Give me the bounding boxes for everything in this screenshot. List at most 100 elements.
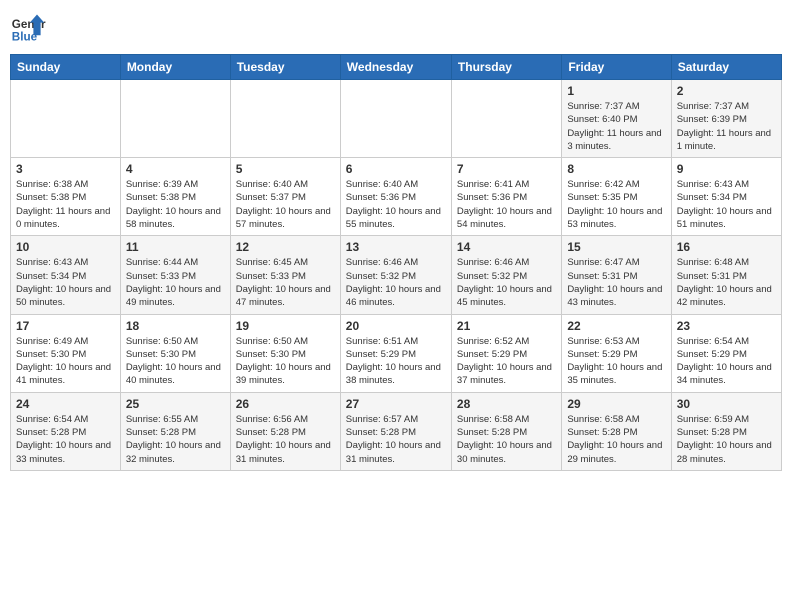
day-number: 12 xyxy=(236,240,335,254)
day-number: 18 xyxy=(126,319,225,333)
day-number: 7 xyxy=(457,162,556,176)
calendar-cell: 24 Sunrise: 6:54 AM Sunset: 5:28 PM Dayli… xyxy=(11,392,121,470)
calendar-cell: 7 Sunrise: 6:41 AM Sunset: 5:36 PM Daylig… xyxy=(451,158,561,236)
calendar-cell: 30 Sunrise: 6:59 AM Sunset: 5:28 PM Dayli… xyxy=(671,392,781,470)
day-number: 16 xyxy=(677,240,776,254)
calendar-week-row: 10 Sunrise: 6:43 AM Sunset: 5:34 PM Dayli… xyxy=(11,236,782,314)
cell-info: Sunrise: 6:56 AM Sunset: 5:28 PM Dayligh… xyxy=(236,413,335,466)
day-number: 1 xyxy=(567,84,665,98)
cell-info: Sunrise: 6:50 AM Sunset: 5:30 PM Dayligh… xyxy=(236,335,335,388)
weekday-header: Sunday xyxy=(11,55,121,80)
day-number: 25 xyxy=(126,397,225,411)
cell-info: Sunrise: 6:46 AM Sunset: 5:32 PM Dayligh… xyxy=(457,256,556,309)
calendar-cell: 25 Sunrise: 6:55 AM Sunset: 5:28 PM Dayli… xyxy=(120,392,230,470)
cell-info: Sunrise: 6:46 AM Sunset: 5:32 PM Dayligh… xyxy=(346,256,446,309)
calendar-cell xyxy=(230,80,340,158)
cell-info: Sunrise: 6:54 AM Sunset: 5:28 PM Dayligh… xyxy=(16,413,115,466)
cell-info: Sunrise: 6:59 AM Sunset: 5:28 PM Dayligh… xyxy=(677,413,776,466)
calendar-cell: 23 Sunrise: 6:54 AM Sunset: 5:29 PM Dayli… xyxy=(671,314,781,392)
calendar-cell: 2 Sunrise: 7:37 AM Sunset: 6:39 PM Daylig… xyxy=(671,80,781,158)
day-number: 8 xyxy=(567,162,665,176)
calendar-week-row: 24 Sunrise: 6:54 AM Sunset: 5:28 PM Dayli… xyxy=(11,392,782,470)
day-number: 6 xyxy=(346,162,446,176)
weekday-header: Friday xyxy=(562,55,671,80)
day-number: 28 xyxy=(457,397,556,411)
cell-info: Sunrise: 6:44 AM Sunset: 5:33 PM Dayligh… xyxy=(126,256,225,309)
weekday-header: Saturday xyxy=(671,55,781,80)
cell-info: Sunrise: 6:42 AM Sunset: 5:35 PM Dayligh… xyxy=(567,178,665,231)
calendar-cell: 5 Sunrise: 6:40 AM Sunset: 5:37 PM Daylig… xyxy=(230,158,340,236)
calendar-cell xyxy=(451,80,561,158)
day-number: 22 xyxy=(567,319,665,333)
calendar-cell: 18 Sunrise: 6:50 AM Sunset: 5:30 PM Dayli… xyxy=(120,314,230,392)
calendar-week-row: 17 Sunrise: 6:49 AM Sunset: 5:30 PM Dayli… xyxy=(11,314,782,392)
calendar-cell: 15 Sunrise: 6:47 AM Sunset: 5:31 PM Dayli… xyxy=(562,236,671,314)
calendar-cell xyxy=(340,80,451,158)
cell-info: Sunrise: 6:45 AM Sunset: 5:33 PM Dayligh… xyxy=(236,256,335,309)
calendar-cell: 6 Sunrise: 6:40 AM Sunset: 5:36 PM Daylig… xyxy=(340,158,451,236)
logo: General Blue xyxy=(10,10,46,46)
calendar-cell: 13 Sunrise: 6:46 AM Sunset: 5:32 PM Dayli… xyxy=(340,236,451,314)
cell-info: Sunrise: 6:55 AM Sunset: 5:28 PM Dayligh… xyxy=(126,413,225,466)
page-header: General Blue xyxy=(10,10,782,46)
calendar-cell: 14 Sunrise: 6:46 AM Sunset: 5:32 PM Dayli… xyxy=(451,236,561,314)
calendar-cell: 10 Sunrise: 6:43 AM Sunset: 5:34 PM Dayli… xyxy=(11,236,121,314)
calendar-cell: 1 Sunrise: 7:37 AM Sunset: 6:40 PM Daylig… xyxy=(562,80,671,158)
day-number: 30 xyxy=(677,397,776,411)
day-number: 5 xyxy=(236,162,335,176)
day-number: 29 xyxy=(567,397,665,411)
calendar-cell xyxy=(120,80,230,158)
calendar-cell: 12 Sunrise: 6:45 AM Sunset: 5:33 PM Dayli… xyxy=(230,236,340,314)
day-number: 9 xyxy=(677,162,776,176)
calendar-cell xyxy=(11,80,121,158)
calendar-cell: 3 Sunrise: 6:38 AM Sunset: 5:38 PM Daylig… xyxy=(11,158,121,236)
calendar-cell: 29Sunrise: 6:58 AM Sunset: 5:28 PM Dayli… xyxy=(562,392,671,470)
calendar-cell: 26Sunrise: 6:56 AM Sunset: 5:28 PM Dayli… xyxy=(230,392,340,470)
day-number: 19 xyxy=(236,319,335,333)
day-number: 23 xyxy=(677,319,776,333)
cell-info: Sunrise: 6:52 AM Sunset: 5:29 PM Dayligh… xyxy=(457,335,556,388)
calendar-cell: 21 Sunrise: 6:52 AM Sunset: 5:29 PM Dayli… xyxy=(451,314,561,392)
weekday-header: Wednesday xyxy=(340,55,451,80)
cell-info: Sunrise: 6:40 AM Sunset: 5:37 PM Dayligh… xyxy=(236,178,335,231)
calendar-cell: 20Sunrise: 6:51 AM Sunset: 5:29 PM Dayli… xyxy=(340,314,451,392)
cell-info: Sunrise: 7:37 AM Sunset: 6:39 PM Dayligh… xyxy=(677,100,776,153)
cell-info: Sunrise: 6:47 AM Sunset: 5:31 PM Dayligh… xyxy=(567,256,665,309)
day-number: 11 xyxy=(126,240,225,254)
calendar-cell: 8 Sunrise: 6:42 AM Sunset: 5:35 PM Daylig… xyxy=(562,158,671,236)
calendar-cell: 28 Sunrise: 6:58 AM Sunset: 5:28 PM Dayli… xyxy=(451,392,561,470)
weekday-header: Thursday xyxy=(451,55,561,80)
cell-info: Sunrise: 6:58 AM Sunset: 5:28 PM Dayligh… xyxy=(457,413,556,466)
calendar-body: 1 Sunrise: 7:37 AM Sunset: 6:40 PM Daylig… xyxy=(11,80,782,471)
cell-info: Sunrise: 6:50 AM Sunset: 5:30 PM Dayligh… xyxy=(126,335,225,388)
calendar-cell: 17 Sunrise: 6:49 AM Sunset: 5:30 PM Dayli… xyxy=(11,314,121,392)
day-number: 24 xyxy=(16,397,115,411)
logo-icon: General Blue xyxy=(10,10,46,46)
day-number: 15 xyxy=(567,240,665,254)
day-number: 14 xyxy=(457,240,556,254)
cell-info: Sunrise: 6:38 AM Sunset: 5:38 PM Dayligh… xyxy=(16,178,115,231)
cell-info: Sunrise: 6:43 AM Sunset: 5:34 PM Dayligh… xyxy=(677,178,776,231)
day-number: 17 xyxy=(16,319,115,333)
cell-info: Sunrise: 6:40 AM Sunset: 5:36 PM Dayligh… xyxy=(346,178,446,231)
day-number: 21 xyxy=(457,319,556,333)
cell-info: Sunrise: 6:41 AM Sunset: 5:36 PM Dayligh… xyxy=(457,178,556,231)
cell-info: Sunrise: 6:57 AM Sunset: 5:28 PM Dayligh… xyxy=(346,413,446,466)
cell-info: Sunrise: 6:43 AM Sunset: 5:34 PM Dayligh… xyxy=(16,256,115,309)
cell-info: Sunrise: 7:37 AM Sunset: 6:40 PM Dayligh… xyxy=(567,100,665,153)
day-number: 20 xyxy=(346,319,446,333)
day-number: 3 xyxy=(16,162,115,176)
cell-info: Sunrise: 6:54 AM Sunset: 5:29 PM Dayligh… xyxy=(677,335,776,388)
day-number: 27 xyxy=(346,397,446,411)
calendar-cell: 22 Sunrise: 6:53 AM Sunset: 5:29 PM Dayli… xyxy=(562,314,671,392)
weekday-header: Tuesday xyxy=(230,55,340,80)
cell-info: Sunrise: 6:49 AM Sunset: 5:30 PM Dayligh… xyxy=(16,335,115,388)
day-number: 10 xyxy=(16,240,115,254)
cell-info: Sunrise: 6:53 AM Sunset: 5:29 PM Dayligh… xyxy=(567,335,665,388)
day-number: 2 xyxy=(677,84,776,98)
calendar-week-row: 1 Sunrise: 7:37 AM Sunset: 6:40 PM Daylig… xyxy=(11,80,782,158)
calendar-table: SundayMondayTuesdayWednesdayThursdayFrid… xyxy=(10,54,782,471)
calendar-cell: 19 Sunrise: 6:50 AM Sunset: 5:30 PM Dayli… xyxy=(230,314,340,392)
weekday-header-row: SundayMondayTuesdayWednesdayThursdayFrid… xyxy=(11,55,782,80)
day-number: 13 xyxy=(346,240,446,254)
